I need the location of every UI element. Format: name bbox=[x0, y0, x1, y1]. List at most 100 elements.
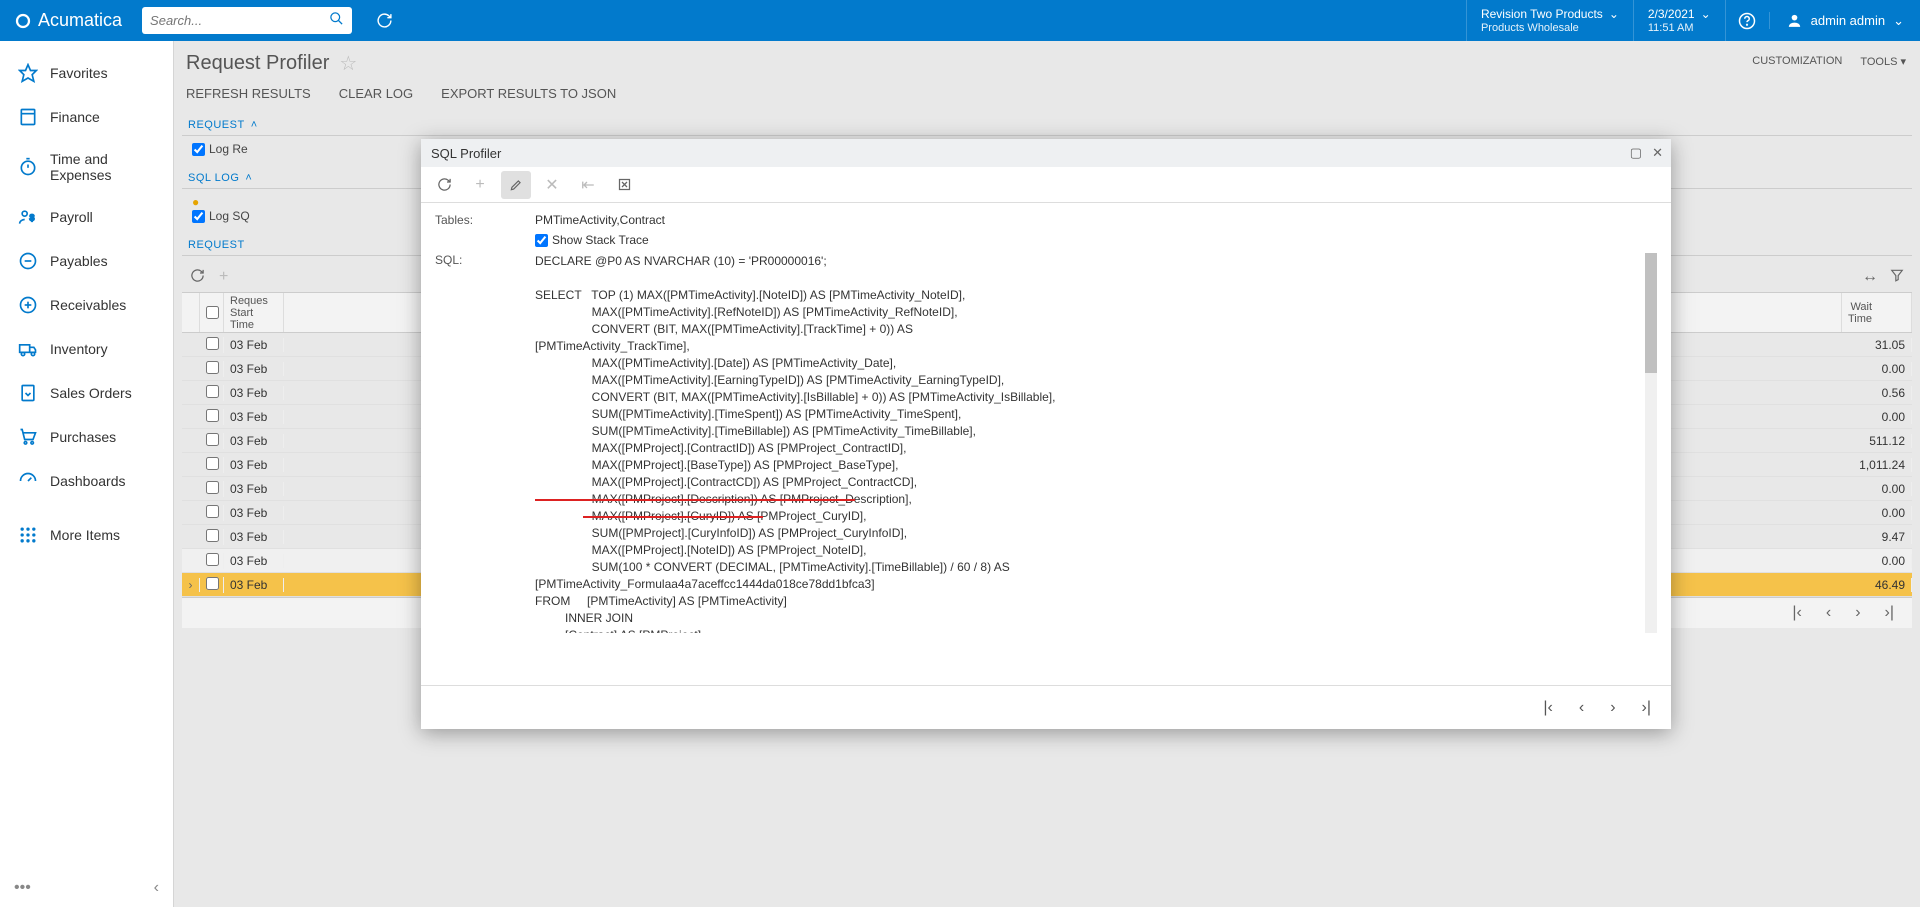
sidebar-item-payables[interactable]: Payables bbox=[0, 239, 173, 283]
cell-wait: 511.12 bbox=[1842, 434, 1912, 448]
datetime-selector[interactable]: 2/3/2021⌄ 11:51 AM bbox=[1633, 0, 1725, 41]
brand-logo[interactable]: Acumatica bbox=[0, 10, 136, 31]
cell-date: 03 Feb bbox=[224, 338, 284, 352]
search-input[interactable] bbox=[150, 13, 329, 28]
clear-log-button[interactable]: CLEAR LOG bbox=[339, 86, 413, 101]
tables-label: Tables: bbox=[435, 213, 535, 227]
pager-first-icon[interactable]: |‹ bbox=[1792, 604, 1801, 622]
more-icon[interactable]: ••• bbox=[14, 879, 31, 897]
row-checkbox[interactable] bbox=[206, 409, 219, 422]
help-button[interactable] bbox=[1725, 0, 1769, 41]
collapse-icon: ˄ bbox=[251, 119, 258, 131]
row-checkbox[interactable] bbox=[206, 385, 219, 398]
row-checkbox[interactable] bbox=[206, 433, 219, 446]
row-checkbox[interactable] bbox=[206, 505, 219, 518]
sql-text[interactable]: DECLARE @P0 AS NVARCHAR (10) = 'PR000000… bbox=[535, 253, 1657, 633]
favorite-star-icon[interactable]: ☆ bbox=[339, 51, 357, 76]
modal-refresh-button[interactable] bbox=[429, 171, 459, 199]
select-all-checkbox[interactable] bbox=[206, 306, 219, 319]
help-icon bbox=[1738, 12, 1756, 30]
cell-wait: 0.00 bbox=[1842, 362, 1912, 376]
request-panel-header[interactable]: REQUEST ˄ bbox=[182, 109, 1912, 136]
sidebar-item-dashboards[interactable]: Dashboards bbox=[0, 459, 173, 503]
star-icon bbox=[18, 63, 38, 83]
sidebar-item-label: Finance bbox=[50, 109, 100, 125]
chevron-down-icon: ⌄ bbox=[1701, 7, 1711, 21]
customization-link[interactable]: CUSTOMIZATION bbox=[1752, 55, 1842, 68]
cell-wait: 0.56 bbox=[1842, 386, 1912, 400]
modal-edit-button[interactable] bbox=[501, 171, 531, 199]
cell-wait: 0.00 bbox=[1842, 482, 1912, 496]
sidebar-item-inventory[interactable]: Inventory bbox=[0, 327, 173, 371]
pager-first-icon[interactable]: |‹ bbox=[1543, 699, 1552, 717]
sidebar: Favorites Finance Time and Expenses $Pay… bbox=[0, 41, 174, 907]
row-checkbox[interactable] bbox=[206, 337, 219, 350]
row-checkbox[interactable] bbox=[206, 361, 219, 374]
sidebar-item-label: Inventory bbox=[50, 341, 108, 357]
svg-text:$: $ bbox=[30, 212, 35, 222]
sidebar-item-label: Payables bbox=[50, 253, 108, 269]
pager-next-icon[interactable]: › bbox=[1855, 604, 1860, 622]
sidebar-more-items[interactable]: More Items bbox=[0, 513, 173, 557]
plus-circle-icon bbox=[18, 295, 38, 315]
tools-menu[interactable]: TOOLS ▾ bbox=[1860, 55, 1906, 68]
grid-refresh-icon[interactable] bbox=[190, 268, 205, 288]
user-name: admin admin bbox=[1811, 13, 1885, 28]
cell-date: 03 Feb bbox=[224, 554, 284, 568]
sidebar-item-purchases[interactable]: Purchases bbox=[0, 415, 173, 459]
cell-wait: 0.00 bbox=[1842, 506, 1912, 520]
cell-wait: 9.47 bbox=[1842, 530, 1912, 544]
sql-profiler-modal: SQL Profiler ▢ ✕ + ✕ ⇤ Tables: PMTimeAct… bbox=[421, 139, 1671, 729]
collapse-icon[interactable]: ‹ bbox=[154, 879, 159, 897]
sidebar-item-receivables[interactable]: Receivables bbox=[0, 283, 173, 327]
pager-prev-icon[interactable]: ‹ bbox=[1579, 699, 1584, 717]
pager-prev-icon[interactable]: ‹ bbox=[1826, 604, 1831, 622]
cell-date: 03 Feb bbox=[224, 530, 284, 544]
row-checkbox[interactable] bbox=[206, 481, 219, 494]
annotation-underline bbox=[535, 499, 855, 501]
sidebar-item-favorites[interactable]: Favorites bbox=[0, 51, 173, 95]
row-checkbox[interactable] bbox=[206, 457, 219, 470]
row-checkbox[interactable] bbox=[206, 553, 219, 566]
refresh-results-button[interactable]: REFRESH RESULTS bbox=[186, 86, 311, 101]
row-checkbox[interactable] bbox=[206, 577, 219, 590]
pager-last-icon[interactable]: ›| bbox=[1885, 604, 1894, 622]
pager-next-icon[interactable]: › bbox=[1610, 699, 1615, 717]
modal-add-button[interactable]: + bbox=[465, 171, 495, 199]
search-box[interactable] bbox=[142, 7, 352, 34]
cell-date: 03 Feb bbox=[224, 386, 284, 400]
modal-delete-button[interactable]: ✕ bbox=[537, 171, 567, 199]
modal-titlebar[interactable]: SQL Profiler ▢ ✕ bbox=[421, 139, 1671, 167]
sidebar-item-payroll[interactable]: $Payroll bbox=[0, 195, 173, 239]
maximize-icon[interactable]: ▢ bbox=[1630, 145, 1642, 161]
pager-last-icon[interactable]: ›| bbox=[1642, 699, 1651, 717]
modal-pager: |‹ ‹ › ›| bbox=[421, 685, 1671, 729]
sql-scrollbar[interactable] bbox=[1645, 253, 1657, 633]
user-menu[interactable]: admin admin ⌄ bbox=[1769, 12, 1920, 29]
cell-date: 03 Feb bbox=[224, 506, 284, 520]
sidebar-item-finance[interactable]: Finance bbox=[0, 95, 173, 139]
col-wait-time[interactable]: Wait Time bbox=[1842, 293, 1912, 332]
modal-export-button[interactable] bbox=[609, 171, 639, 199]
cell-date: 03 Feb bbox=[224, 578, 284, 592]
close-icon[interactable]: ✕ bbox=[1652, 145, 1663, 161]
col-start-time[interactable]: Reques Start Time bbox=[224, 293, 284, 332]
page-title: Request Profiler bbox=[186, 52, 329, 75]
refresh-button[interactable] bbox=[362, 0, 406, 41]
tenant-selector[interactable]: Revision Two Products⌄ Products Wholesal… bbox=[1466, 0, 1633, 41]
cell-wait: 0.00 bbox=[1842, 410, 1912, 424]
grid-filter-icon[interactable] bbox=[1890, 268, 1904, 287]
export-json-button[interactable]: EXPORT RESULTS TO JSON bbox=[441, 86, 616, 101]
sidebar-item-sales[interactable]: Sales Orders bbox=[0, 371, 173, 415]
grid-add-icon[interactable]: + bbox=[219, 268, 228, 288]
modal-nav-button[interactable]: ⇤ bbox=[573, 171, 603, 199]
grid-expand-icon[interactable]: ↔ bbox=[1862, 268, 1878, 287]
sidebar-item-time[interactable]: Time and Expenses bbox=[0, 139, 173, 195]
search-icon[interactable] bbox=[329, 11, 344, 31]
show-stack-trace-checkbox[interactable]: Show Stack Trace bbox=[535, 233, 1657, 247]
sidebar-item-label: Time and Expenses bbox=[50, 151, 155, 183]
sidebar-item-label: Favorites bbox=[50, 65, 108, 81]
cell-wait: 0.00 bbox=[1842, 554, 1912, 568]
cell-date: 03 Feb bbox=[224, 458, 284, 472]
row-checkbox[interactable] bbox=[206, 529, 219, 542]
